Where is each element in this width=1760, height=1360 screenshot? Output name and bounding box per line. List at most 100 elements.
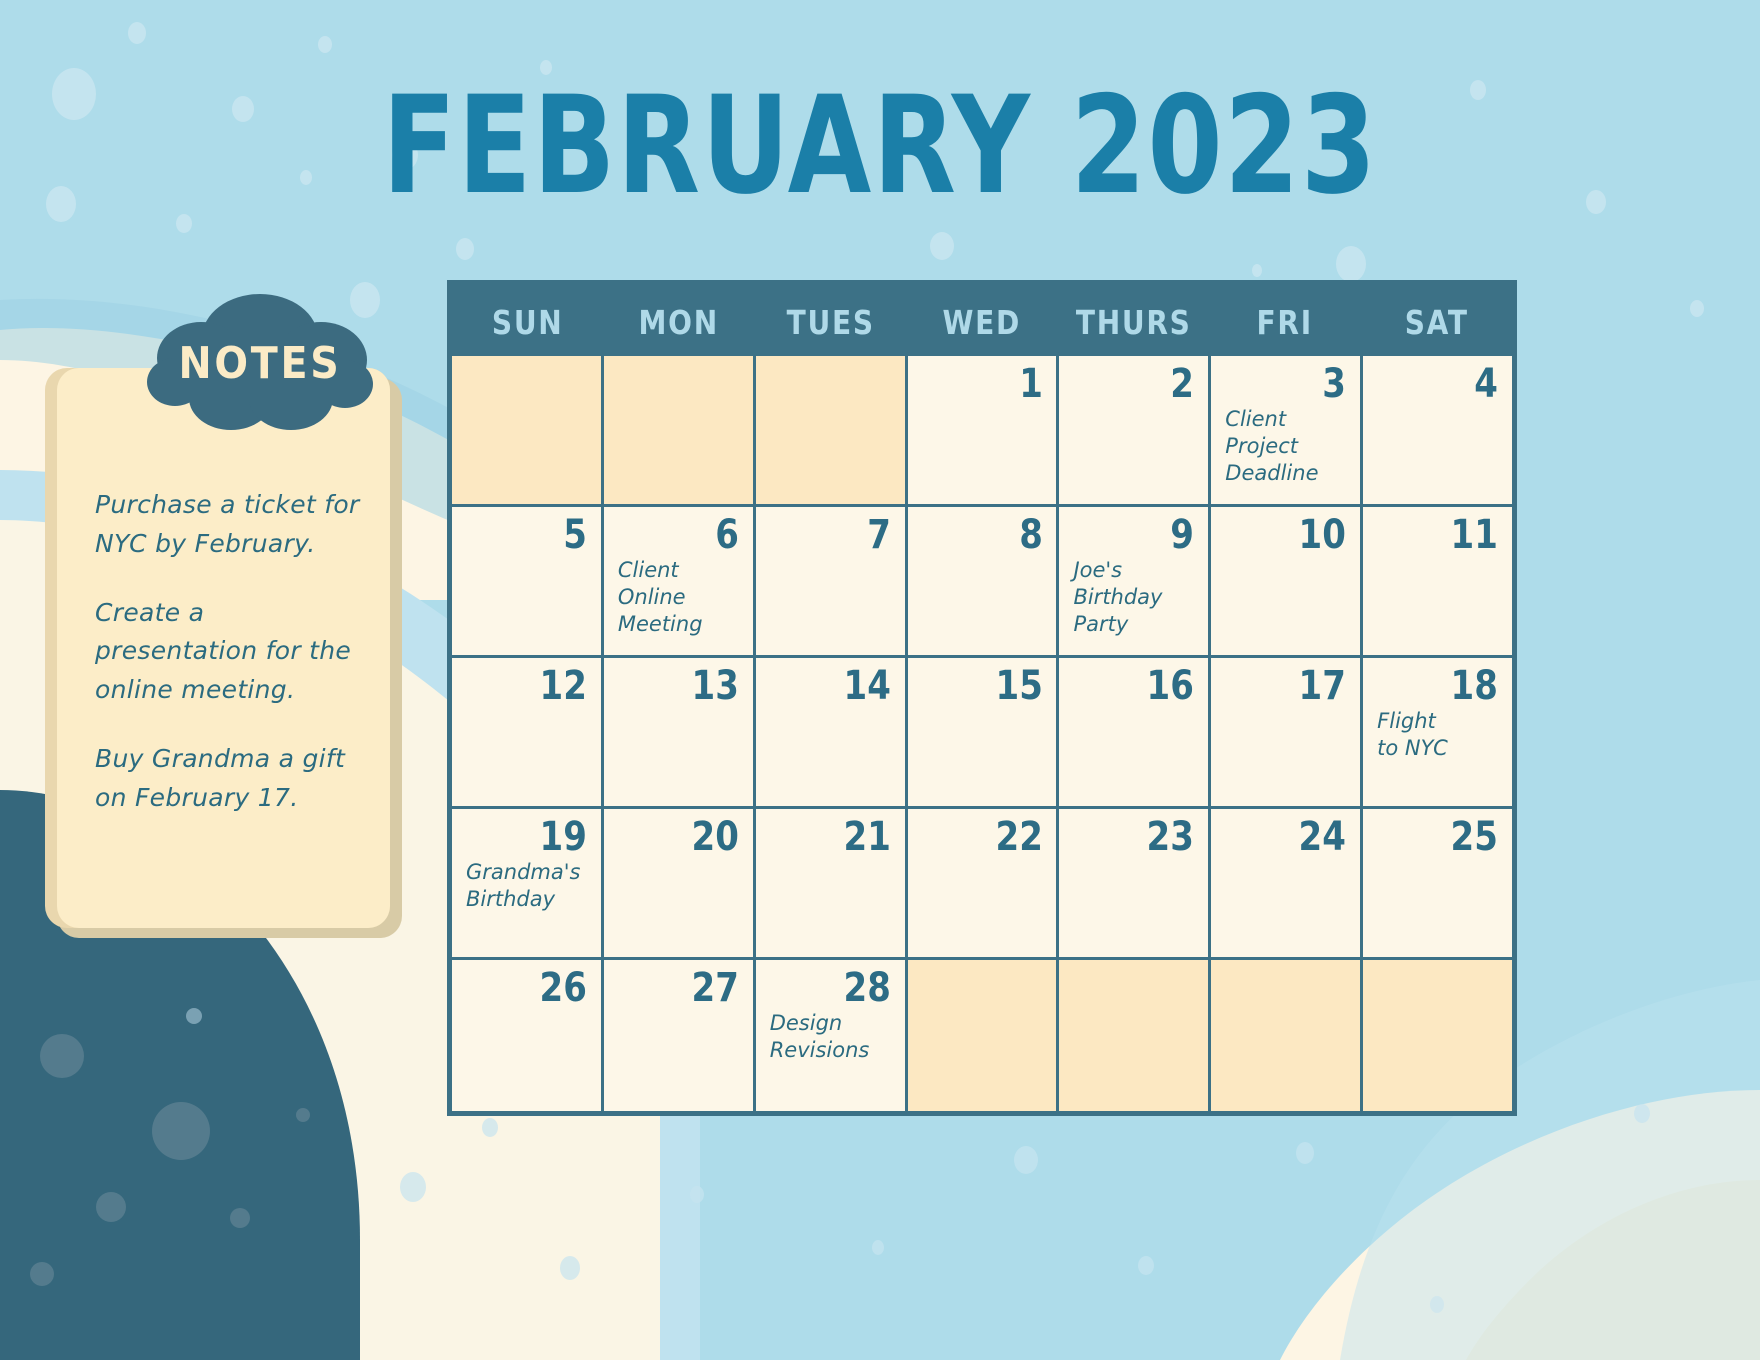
calendar-day-23[interactable]: 23 [1059,809,1212,960]
dayname-mon: MON [638,303,720,342]
day-event[interactable]: Flight to NYC [1377,708,1498,762]
day-number: 8 [1018,512,1043,558]
decorative-dot [1138,1256,1154,1275]
calendar-day-6[interactable]: 6 Client Online Meeting [603,507,756,658]
decorative-dot [128,22,146,44]
calendar-day-1[interactable]: 1 [907,356,1060,507]
decorative-dot [690,1186,704,1203]
day-number: 3 [1322,361,1347,407]
decorative-dot [482,1118,498,1137]
decorative-dot [1430,1296,1444,1313]
calendar-week-row: 12 13 14 15 16 17 18 Flight to NYC [452,658,1513,809]
decorative-dot [30,1262,54,1286]
day-number: 25 [1450,814,1499,860]
calendar-day-9[interactable]: 9 Joe's Birthday Party [1059,507,1212,658]
page-title: FEBRUARY 2023 [382,67,1378,224]
day-number: 1 [1018,361,1043,407]
day-event[interactable]: Client Online Meeting [618,557,739,638]
calendar-day-19[interactable]: 19 Grandma's Birthday [452,809,604,960]
day-event[interactable]: Joe's Birthday Party [1073,557,1194,638]
day-number: 5 [563,512,587,558]
calendar-day-4[interactable]: 4 [1363,356,1513,507]
note-item: Purchase a ticket for NYC by February. [95,490,360,558]
calendar-day-26[interactable]: 26 [452,960,604,1111]
calendar-week-row: 1 2 3 Client Project Deadline 4 [452,356,1513,507]
decorative-dot [930,232,954,260]
decorative-dot [1252,264,1262,277]
decorative-dot [872,1240,884,1255]
calendar-day-8[interactable]: 8 [907,507,1060,658]
calendar-grid: SUN MON TUES WED THURS FRI SAT 1 2 3 Client… [447,280,1517,1116]
day-number: 22 [995,814,1043,860]
calendar-day-empty[interactable] [907,960,1060,1111]
day-number: 24 [1298,814,1347,860]
decorative-dot [52,68,96,120]
calendar-day-empty[interactable] [1059,960,1212,1111]
calendar-day-2[interactable]: 2 [1059,356,1212,507]
day-number: 11 [1450,512,1499,558]
day-number: 9 [1170,512,1195,558]
dayname-wed: WED [942,303,1022,342]
notes-card: Purchase a ticket for NYC by February. C… [57,368,390,928]
day-event[interactable]: Client Project Deadline [1225,406,1346,487]
notes-panel: Purchase a ticket for NYC by February. C… [45,294,402,938]
day-number: 21 [843,814,891,860]
calendar-day-13[interactable]: 13 [603,658,756,809]
calendar-week-row: 26 27 28 Design Revisions [452,960,1513,1111]
calendar-day-27[interactable]: 27 [603,960,756,1111]
decorative-dot [1014,1146,1038,1174]
calendar-day-28[interactable]: 28 Design Revisions [755,960,908,1111]
decorative-dot [400,1172,426,1202]
calendar-day-21[interactable]: 21 [755,809,908,960]
decorative-dot [1690,300,1704,317]
decorative-dot [1336,246,1366,282]
note-item: Buy Grandma a gift on February 17. [95,743,346,812]
calendar-week-row: 19 Grandma's Birthday 20 21 22 23 24 25 [452,809,1513,960]
decorative-dot [152,1102,210,1160]
decorative-dot [318,36,332,53]
day-number: 14 [843,663,891,709]
calendar-day-5[interactable]: 5 [452,507,604,658]
calendar-day-3[interactable]: 3 Client Project Deadline [1211,356,1364,507]
decorative-dot [40,1034,84,1078]
decorative-dot [186,1008,202,1024]
calendar-day-empty[interactable] [755,356,908,507]
decorative-dot [1634,1104,1650,1123]
day-number: 26 [539,965,587,1011]
calendar-day-12[interactable]: 12 [452,658,604,809]
calendar-day-24[interactable]: 24 [1211,809,1364,960]
calendar-day-empty[interactable] [1211,960,1364,1111]
calendar-day-16[interactable]: 16 [1059,658,1212,809]
day-number: 16 [1146,663,1195,709]
calendar-day-empty[interactable] [1363,960,1513,1111]
calendar-day-20[interactable]: 20 [603,809,756,960]
calendar-day-17[interactable]: 17 [1211,658,1364,809]
calendar-day-11[interactable]: 11 [1363,507,1513,658]
calendar-day-15[interactable]: 15 [907,658,1060,809]
calendar-day-10[interactable]: 10 [1211,507,1364,658]
day-number: 6 [715,512,739,558]
decorative-dot [1586,190,1606,214]
calendar-week-row: 5 6 Client Online Meeting 7 8 9 Joe's Birthday… [452,507,1513,658]
day-number: 2 [1170,361,1195,407]
dayname-sat: SAT [1404,303,1469,342]
day-event[interactable]: Grandma's Birthday [466,859,587,913]
calendar-header-row: SUN MON TUES WED THURS FRI SAT [452,285,1512,356]
day-number: 28 [843,965,891,1011]
day-number: 19 [539,814,587,860]
calendar-day-22[interactable]: 22 [907,809,1060,960]
day-number: 10 [1298,512,1347,558]
calendar-day-18[interactable]: 18 Flight to NYC [1363,658,1513,809]
decorative-dot [230,1208,250,1228]
decorative-dot [96,1192,126,1222]
decorative-dot [560,1256,580,1280]
calendar-day-7[interactable]: 7 [755,507,908,658]
day-number: 12 [539,663,587,709]
decorative-dot [456,238,474,260]
calendar-day-14[interactable]: 14 [755,658,908,809]
calendar-day-25[interactable]: 25 [1363,809,1513,960]
day-event[interactable]: Design Revisions [770,1010,891,1064]
calendar-day-empty[interactable] [452,356,604,507]
decorative-dot [176,214,192,233]
calendar-day-empty[interactable] [603,356,756,507]
